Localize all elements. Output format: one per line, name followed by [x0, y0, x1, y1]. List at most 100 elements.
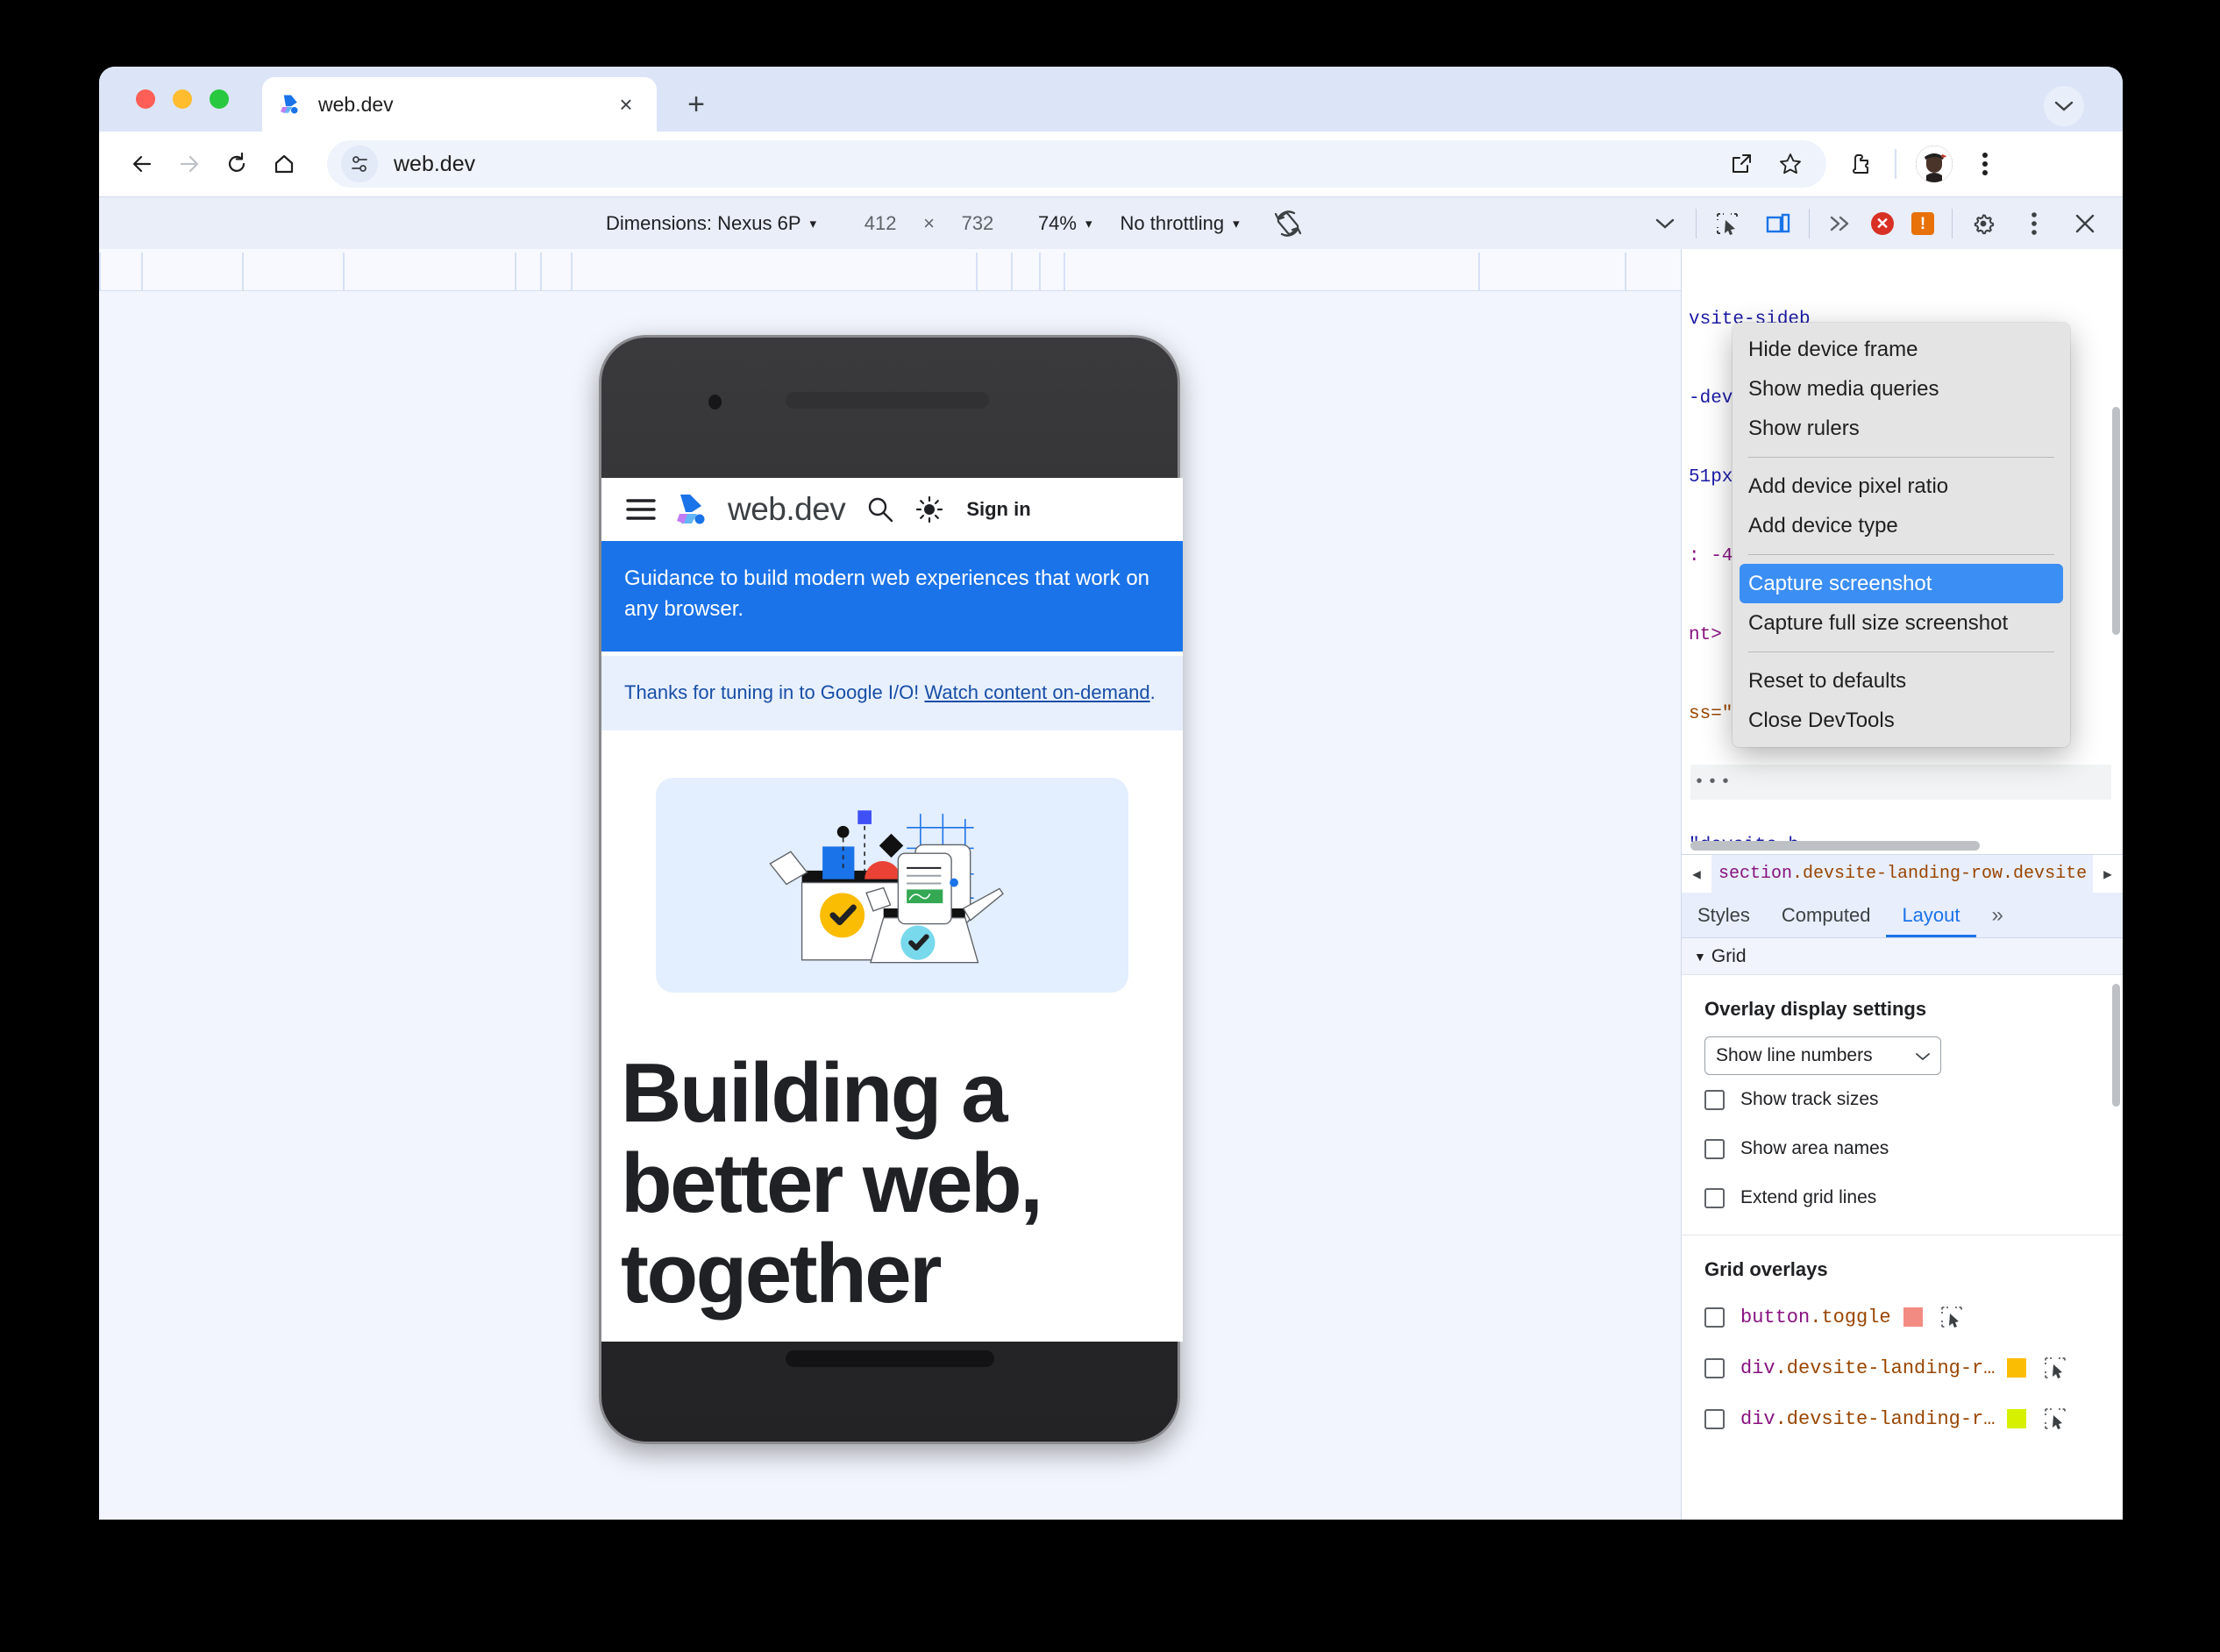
share-icon[interactable]: [1719, 142, 1763, 186]
color-swatch[interactable]: [2007, 1409, 2027, 1428]
chevron-down-icon: ▾: [1233, 217, 1240, 231]
more-panels-icon[interactable]: [1815, 197, 1866, 250]
minimize-window-button[interactable]: [173, 89, 192, 109]
breadcrumb-scroll-left-button[interactable]: ◀: [1682, 855, 1711, 893]
viewport-height-input[interactable]: 732: [943, 197, 1012, 250]
site-settings-icon[interactable]: [341, 146, 378, 182]
menu-item-hide-device-frame[interactable]: Hide device frame: [1733, 330, 2070, 369]
maximize-window-button[interactable]: [210, 89, 229, 109]
announcement-link[interactable]: Watch content on-demand: [924, 681, 1149, 703]
devtools-menu-icon[interactable]: [2009, 197, 2060, 250]
hero-illustration-wrapper: [601, 730, 1183, 993]
checkbox-icon[interactable]: [1704, 1089, 1725, 1110]
search-icon[interactable]: [866, 495, 894, 523]
list-item[interactable]: div.devsite-landing-r…: [1682, 1393, 2123, 1444]
dom-tree-horizontal-scrollbar[interactable]: [1690, 841, 1980, 851]
menu-item-capture-screenshot[interactable]: Capture screenshot: [1740, 564, 2063, 603]
viewport-width-input[interactable]: 412: [846, 197, 914, 250]
rotate-device-icon[interactable]: [1271, 207, 1305, 240]
checkbox-extend-grid-lines[interactable]: Extend grid lines: [1682, 1173, 2123, 1222]
page-title: Building a better web, together: [621, 1046, 1043, 1321]
inspect-element-icon[interactable]: [2044, 1407, 2067, 1430]
browser-window: web.dev × + web.dev Dimensions: Nexus 6P…: [99, 67, 2123, 1520]
menu-item-show-rulers[interactable]: Show rulers: [1733, 409, 2070, 448]
checkbox-label: Extend grid lines: [1740, 1187, 1877, 1207]
device-toolbar-controls: Dimensions: Nexus 6P ▾ 412 × 732 74% ▾ N…: [606, 197, 1305, 250]
color-swatch[interactable]: [2007, 1358, 2027, 1378]
checkbox-show-track-sizes[interactable]: Show track sizes: [1682, 1075, 2123, 1124]
checkbox-icon[interactable]: [1704, 1408, 1725, 1429]
back-button[interactable]: [118, 140, 166, 188]
close-window-button[interactable]: [136, 89, 155, 109]
menu-item-show-media-queries[interactable]: Show media queries: [1733, 369, 2070, 409]
device-options-menu-button[interactable]: [1640, 197, 1690, 250]
hamburger-menu-icon[interactable]: [626, 498, 656, 521]
checkbox-icon[interactable]: [1704, 1187, 1725, 1208]
checkbox-label: Show track sizes: [1740, 1089, 1879, 1109]
warning-count-badge[interactable]: !: [1906, 212, 1946, 235]
bookmark-star-icon[interactable]: [1768, 142, 1812, 186]
site-wordmark[interactable]: web.dev: [728, 491, 846, 528]
browser-tab[interactable]: web.dev ×: [262, 77, 657, 132]
tab-computed[interactable]: Computed: [1766, 893, 1887, 937]
close-devtools-icon[interactable]: [2060, 197, 2110, 250]
omnibox[interactable]: web.dev: [327, 140, 1826, 188]
toggle-device-toolbar-icon[interactable]: [1753, 197, 1804, 250]
checkbox-icon[interactable]: [1704, 1307, 1725, 1328]
gear-icon[interactable]: [1958, 197, 2009, 250]
list-item[interactable]: button.toggle: [1682, 1292, 2123, 1342]
new-tab-button[interactable]: +: [678, 86, 715, 123]
throttling-selector[interactable]: No throttling ▾: [1121, 197, 1240, 250]
inspect-element-icon[interactable]: [2044, 1356, 2067, 1379]
inspect-element-icon[interactable]: [1940, 1306, 1963, 1328]
menu-item-reset-to-defaults[interactable]: Reset to defaults: [1733, 661, 2070, 701]
checkbox-icon[interactable]: [1704, 1357, 1725, 1378]
menu-item-close-devtools[interactable]: Close DevTools: [1733, 701, 2070, 740]
viewport-width-value: 412: [864, 212, 897, 234]
menu-separator: [1748, 554, 2054, 555]
breadcrumb-text[interactable]: section.devsite-landing-row.devsite: [1711, 864, 2093, 884]
error-count-badge[interactable]: ✕: [1866, 212, 1906, 235]
breadcrumb-scroll-right-button[interactable]: ▶: [2093, 855, 2123, 893]
sign-in-button[interactable]: Sign in: [966, 498, 1030, 521]
avatar[interactable]: [1916, 146, 1953, 182]
overlay-display-select[interactable]: Show line numbers: [1704, 1036, 1941, 1075]
device-preset-selector[interactable]: Dimensions: Nexus 6P ▾: [606, 197, 816, 250]
menu-item-capture-full-size-screenshot[interactable]: Capture full size screenshot: [1733, 603, 2070, 643]
device-viewport-pane: web.dev Sign in Guidance to build modern…: [99, 249, 1681, 1520]
more-tabs-icon[interactable]: »: [1976, 893, 2019, 937]
forward-button[interactable]: [166, 140, 213, 188]
chevron-down-icon: [1916, 1045, 1930, 1066]
webdev-logo-icon[interactable]: [675, 493, 714, 526]
color-swatch[interactable]: [1903, 1307, 1923, 1327]
announcement-text: Thanks for tuning in to Google I/O!: [624, 680, 925, 703]
devtools-toolbar-right: ✕ !: [1640, 197, 2123, 250]
dom-tree-vertical-scrollbar[interactable]: [2112, 407, 2120, 635]
checkbox-icon[interactable]: [1704, 1138, 1725, 1159]
home-button[interactable]: [260, 140, 308, 188]
extensions-icon[interactable]: [1839, 142, 1882, 186]
overlay-settings-heading: Overlay display settings: [1704, 998, 1927, 1020]
theme-toggle-sun-icon[interactable]: [915, 495, 943, 523]
tab-styles[interactable]: Styles: [1682, 893, 1766, 937]
grid-section-header[interactable]: ▼ Grid: [1682, 938, 2123, 975]
inspect-element-icon[interactable]: [1702, 197, 1753, 250]
checkbox-label: Show area names: [1740, 1138, 1889, 1158]
close-icon[interactable]: ×: [611, 89, 641, 119]
zoom-selector[interactable]: 74% ▾: [1038, 197, 1092, 250]
dom-ellipsis-row[interactable]: •••: [1690, 765, 2111, 800]
media-query-ruler[interactable]: [99, 249, 1681, 291]
menu-item-add-device-type[interactable]: Add device type: [1733, 506, 2070, 545]
reload-button[interactable]: [213, 140, 260, 188]
omnibox-url-text[interactable]: web.dev: [394, 152, 475, 177]
checkbox-show-area-names[interactable]: Show area names: [1682, 1124, 2123, 1173]
overlay-element-name: div.devsite-landing-r…: [1740, 1356, 1996, 1379]
list-item[interactable]: div.devsite-landing-r…: [1682, 1342, 2123, 1393]
address-bar: web.dev: [99, 132, 2123, 196]
menu-item-add-device-pixel-ratio[interactable]: Add device pixel ratio: [1733, 466, 2070, 506]
browser-menu-icon[interactable]: [1963, 142, 2007, 186]
layout-panel-vertical-scrollbar[interactable]: [2112, 984, 2120, 1107]
chevron-down-icon[interactable]: [2044, 86, 2084, 126]
tab-layout[interactable]: Layout: [1886, 893, 1975, 937]
breadcrumb-element: section: [1718, 864, 1793, 884]
